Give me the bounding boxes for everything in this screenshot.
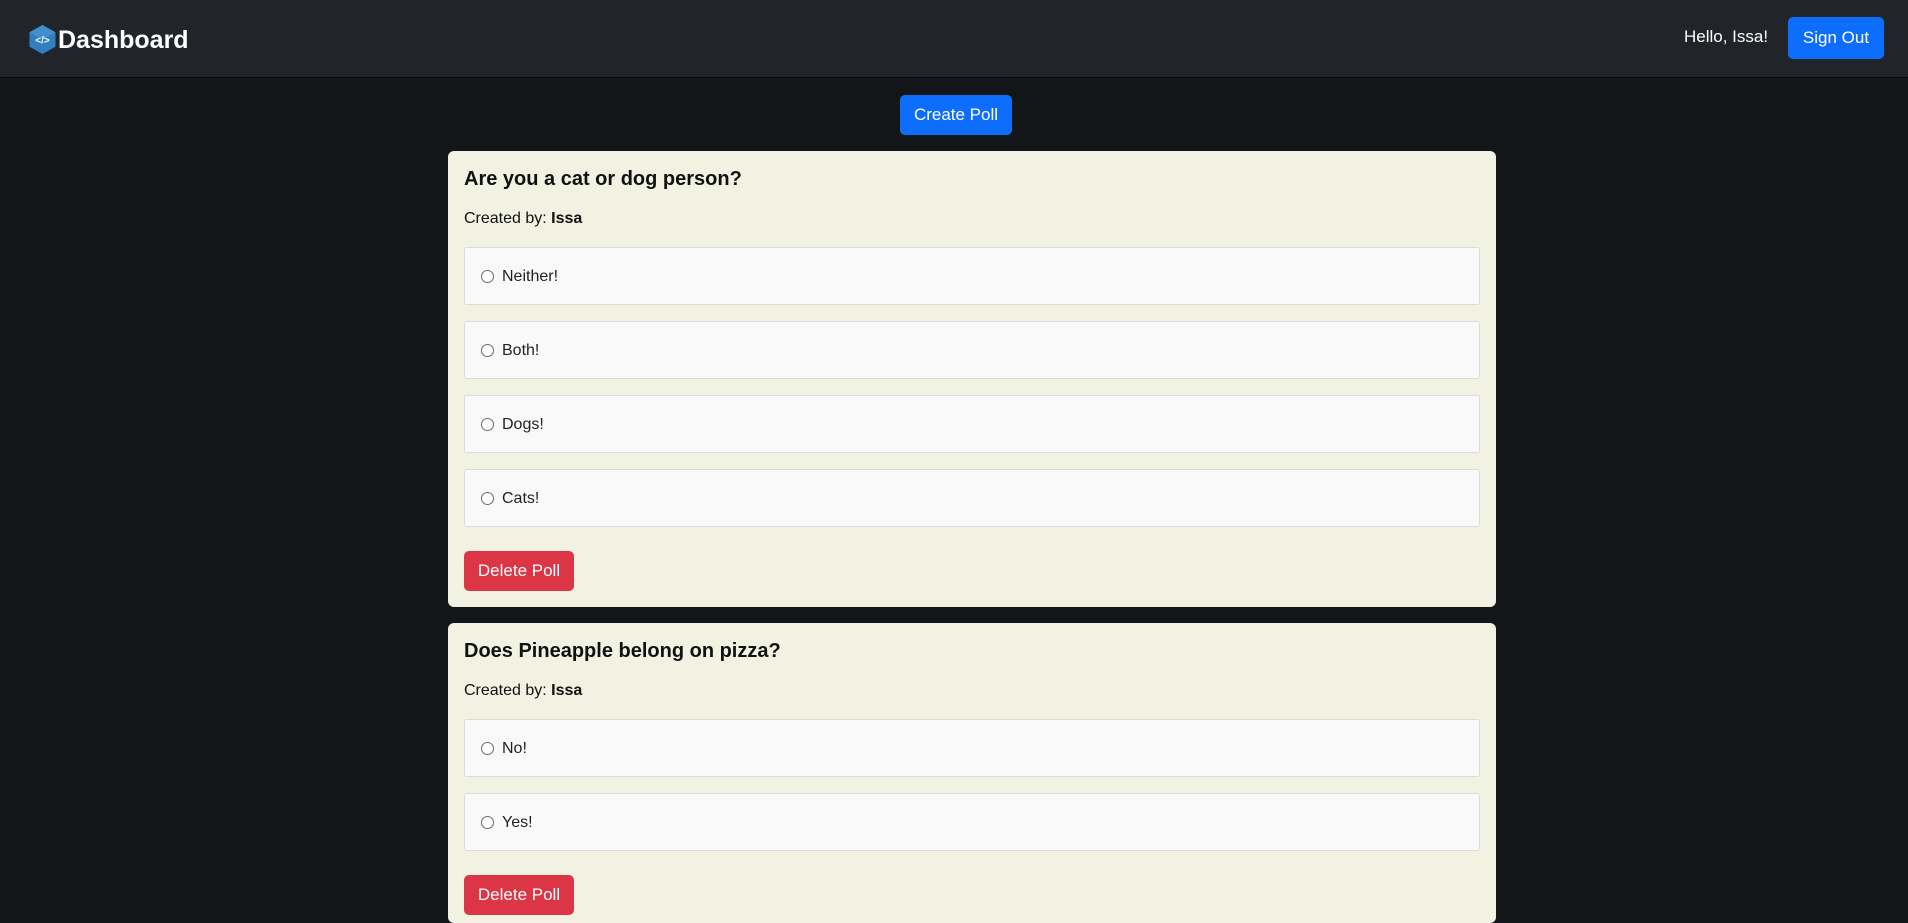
poll-option-label: Dogs! xyxy=(502,416,544,433)
poll-option[interactable]: Yes! xyxy=(464,793,1480,851)
poll-option[interactable]: Dogs! xyxy=(464,395,1480,453)
brand-link[interactable]: </> Dashboard xyxy=(28,24,189,55)
poll-option-label: Cats! xyxy=(502,490,540,507)
created-by-label: Created by: xyxy=(464,210,547,227)
poll-option[interactable]: No! xyxy=(464,719,1480,777)
radio-button[interactable] xyxy=(481,742,494,755)
sign-out-button[interactable]: Sign Out xyxy=(1788,17,1884,59)
brand-title: Dashboard xyxy=(58,25,189,54)
poll-option[interactable]: Neither! xyxy=(464,247,1480,305)
poll-option[interactable]: Both! xyxy=(464,321,1480,379)
delete-poll-button[interactable]: Delete Poll xyxy=(464,875,574,915)
delete-poll-button[interactable]: Delete Poll xyxy=(464,551,574,591)
poll-option-label: Neither! xyxy=(502,268,559,285)
poll-option-label: Both! xyxy=(502,342,540,359)
radio-button[interactable] xyxy=(481,492,494,505)
poll-creator: Created by: Issa xyxy=(464,209,582,229)
code-hexagon-icon: </> xyxy=(29,25,56,54)
create-poll-button[interactable]: Create Poll xyxy=(900,95,1012,135)
creator-name: Issa xyxy=(551,210,583,227)
poll-card: Does Pineapple belong on pizza? Created … xyxy=(448,623,1496,923)
poll-option-label: Yes! xyxy=(502,814,533,831)
radio-button[interactable] xyxy=(481,816,494,829)
radio-button[interactable] xyxy=(481,344,494,357)
poll-option[interactable]: Cats! xyxy=(464,469,1480,527)
navbar: </> Dashboard Hello, Issa! Sign Out xyxy=(0,0,1908,77)
poll-option-label: No! xyxy=(502,740,527,757)
poll-creator: Created by: Issa xyxy=(464,681,582,701)
poll-card: Are you a cat or dog person? Created by:… xyxy=(448,151,1496,607)
radio-button[interactable] xyxy=(481,418,494,431)
user-greeting: Hello, Issa! xyxy=(1684,27,1769,46)
creator-name: Issa xyxy=(551,682,583,699)
created-by-label: Created by: xyxy=(464,682,547,699)
poll-question: Are you a cat or dog person? xyxy=(464,168,742,190)
poll-question: Does Pineapple belong on pizza? xyxy=(464,640,781,662)
svg-text:</>: </> xyxy=(35,36,50,47)
radio-button[interactable] xyxy=(481,270,494,283)
